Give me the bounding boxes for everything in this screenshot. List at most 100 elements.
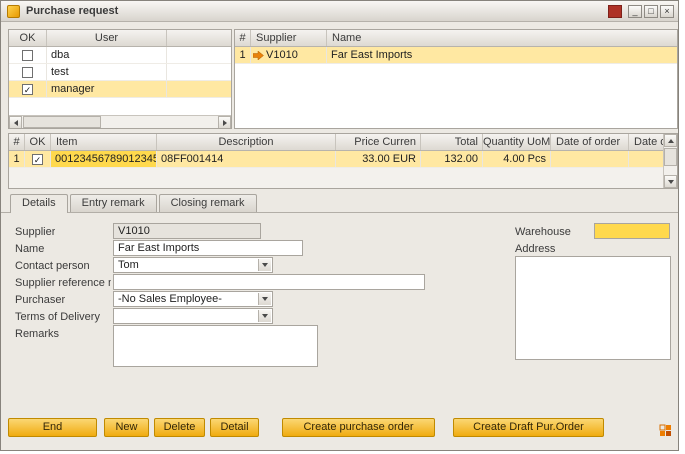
down-triangle-icon bbox=[668, 180, 674, 184]
tab-closing-remark[interactable]: Closing remark bbox=[159, 194, 257, 212]
empty-cell bbox=[167, 81, 231, 97]
items-col-date-of-order[interactable]: Date of order bbox=[551, 134, 629, 150]
scroll-left-arrow[interactable] bbox=[9, 116, 22, 129]
terms-of-delivery-dropdown[interactable] bbox=[113, 308, 273, 324]
item-price-cell[interactable]: 33.00 EUR bbox=[336, 151, 421, 167]
item-code-cell[interactable]: 00123456789012345 bbox=[51, 151, 157, 167]
chevron-down-icon[interactable] bbox=[258, 259, 271, 271]
item-ok-checkbox[interactable]: ✓ bbox=[32, 154, 43, 165]
purchaser-label: Purchaser bbox=[15, 293, 65, 308]
scrollbar-thumb[interactable] bbox=[664, 148, 677, 166]
suppliers-col-num[interactable]: # bbox=[235, 30, 251, 46]
supplier-code-cell[interactable]: V1010 bbox=[251, 47, 327, 63]
items-col-num[interactable]: # bbox=[9, 134, 25, 150]
terms-of-delivery-label: Terms of Delivery bbox=[15, 310, 100, 325]
titlebar[interactable]: Purchase request _ □ × bbox=[1, 1, 678, 22]
down-triangle-icon bbox=[262, 263, 268, 267]
address-textarea[interactable] bbox=[515, 256, 671, 360]
check-mark: ✓ bbox=[34, 155, 42, 165]
empty-cell bbox=[167, 64, 231, 80]
purchase-request-window: Purchase request _ □ × OK User dba test … bbox=[0, 0, 679, 451]
item-description-cell[interactable]: 08FF001414 bbox=[157, 151, 336, 167]
scroll-down-arrow[interactable] bbox=[664, 175, 677, 188]
suppliers-table-header: # Supplier Name bbox=[235, 30, 677, 47]
scrollbar-thumb[interactable] bbox=[23, 116, 101, 128]
ok-checkbox-checked[interactable]: ✓ bbox=[22, 84, 33, 95]
window-controls: _ □ × bbox=[608, 5, 674, 18]
warehouse-field[interactable] bbox=[594, 223, 670, 239]
table-row-supplier[interactable]: 1 V1010 Far East Imports bbox=[235, 47, 677, 64]
items-table-header: # OK Item Description Price Curren Total… bbox=[9, 134, 663, 151]
supplier-label: Supplier bbox=[15, 225, 55, 240]
tab-bar: Details Entry remark Closing remark bbox=[1, 194, 678, 213]
scroll-up-arrow[interactable] bbox=[664, 134, 677, 147]
warehouse-label: Warehouse bbox=[515, 225, 571, 240]
close-button[interactable]: × bbox=[660, 5, 674, 18]
items-col-ok[interactable]: OK bbox=[25, 134, 51, 150]
ok-checkbox[interactable] bbox=[22, 50, 33, 61]
item-quantity-cell[interactable]: 4.00 Pcs bbox=[483, 151, 551, 167]
chevron-down-icon[interactable] bbox=[258, 293, 271, 305]
items-col-date-other[interactable]: Date o bbox=[629, 134, 663, 150]
scroll-right-arrow[interactable] bbox=[218, 116, 231, 129]
create-draft-purchase-order-button[interactable]: Create Draft Pur.Order bbox=[453, 418, 604, 437]
suppliers-col-supplier[interactable]: Supplier bbox=[251, 30, 327, 46]
table-row-dba[interactable]: dba bbox=[9, 47, 231, 64]
remarks-label: Remarks bbox=[15, 327, 59, 342]
users-col-filler bbox=[167, 30, 231, 46]
name-field[interactable]: Far East Imports bbox=[113, 240, 303, 256]
remarks-textarea[interactable] bbox=[113, 325, 318, 367]
delete-button[interactable]: Delete bbox=[154, 418, 205, 437]
vertical-scrollbar[interactable] bbox=[663, 134, 677, 188]
items-col-description[interactable]: Description bbox=[157, 134, 336, 150]
chevron-down-icon[interactable] bbox=[258, 310, 271, 322]
row-number-cell: 1 bbox=[235, 47, 251, 63]
resize-grip-icon[interactable] bbox=[659, 424, 673, 438]
items-col-quantity-uom[interactable]: Quantity UoM bbox=[483, 134, 551, 150]
items-col-price-currency[interactable]: Price Curren bbox=[336, 134, 421, 150]
items-col-item[interactable]: Item bbox=[51, 134, 157, 150]
link-arrow-icon[interactable] bbox=[253, 51, 264, 60]
supplier-reference-label: Supplier reference nu bbox=[15, 276, 111, 291]
contact-person-label: Contact person bbox=[15, 259, 90, 274]
detail-button[interactable]: Detail bbox=[210, 418, 259, 437]
item-date-other-cell[interactable] bbox=[629, 151, 663, 167]
supplier-field[interactable]: V1010 bbox=[113, 223, 261, 239]
create-purchase-order-button[interactable]: Create purchase order bbox=[282, 418, 435, 437]
window-title: Purchase request bbox=[26, 5, 118, 17]
users-col-user[interactable]: User bbox=[47, 30, 167, 46]
purchaser-dropdown[interactable]: -No Sales Employee- bbox=[113, 291, 273, 307]
items-table: # OK Item Description Price Curren Total… bbox=[8, 133, 678, 189]
suppliers-table: # Supplier Name 1 V1010 Far East Imports bbox=[234, 29, 678, 129]
maximize-button[interactable]: □ bbox=[644, 5, 658, 18]
down-triangle-icon bbox=[262, 297, 268, 301]
empty-cell bbox=[167, 47, 231, 63]
suppliers-col-name[interactable]: Name bbox=[327, 30, 677, 46]
purchaser-value: -No Sales Employee- bbox=[118, 293, 222, 305]
tab-details[interactable]: Details bbox=[10, 194, 68, 213]
supplier-name-cell: Far East Imports bbox=[327, 47, 677, 63]
horizontal-scrollbar[interactable] bbox=[9, 115, 231, 128]
new-button[interactable]: New bbox=[104, 418, 149, 437]
system-color-button[interactable] bbox=[608, 5, 622, 18]
address-label: Address bbox=[515, 242, 555, 257]
users-col-ok[interactable]: OK bbox=[9, 30, 47, 46]
supplier-reference-field[interactable] bbox=[113, 274, 425, 290]
table-row-manager[interactable]: ✓ manager bbox=[9, 81, 231, 98]
tab-entry-remark[interactable]: Entry remark bbox=[70, 194, 157, 212]
end-button[interactable]: End bbox=[8, 418, 97, 437]
contact-person-dropdown[interactable]: Tom bbox=[113, 257, 273, 273]
right-triangle-icon bbox=[223, 120, 227, 126]
users-table: OK User dba test ✓ manager bbox=[8, 29, 232, 129]
minimize-button[interactable]: _ bbox=[628, 5, 642, 18]
items-col-total[interactable]: Total bbox=[421, 134, 483, 150]
ok-checkbox[interactable] bbox=[22, 67, 33, 78]
item-total-cell[interactable]: 132.00 bbox=[421, 151, 483, 167]
user-name-cell: dba bbox=[47, 47, 167, 63]
scrollbar-track[interactable] bbox=[101, 116, 218, 128]
left-triangle-icon bbox=[14, 120, 18, 126]
user-name-cell: test bbox=[47, 64, 167, 80]
item-date-of-order-cell[interactable] bbox=[551, 151, 629, 167]
table-row-item[interactable]: 1 ✓ 00123456789012345 08FF001414 33.00 E… bbox=[9, 151, 663, 168]
table-row-test[interactable]: test bbox=[9, 64, 231, 81]
